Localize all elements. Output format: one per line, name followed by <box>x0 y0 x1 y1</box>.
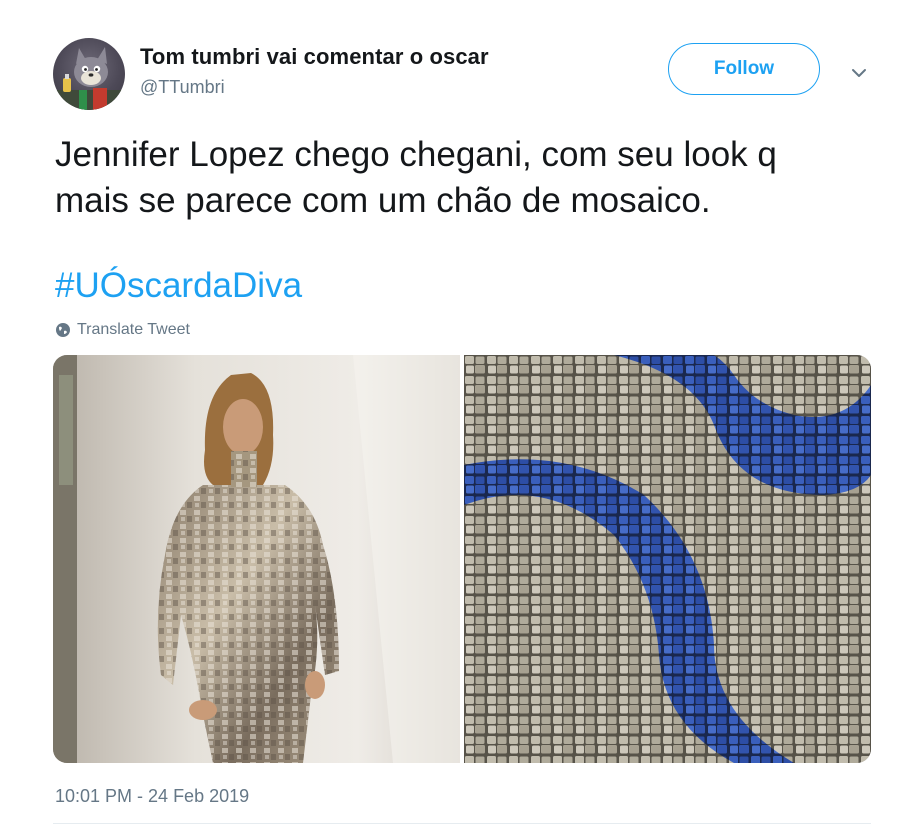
media-grid <box>53 355 871 763</box>
mosaic-floor-photo <box>464 355 871 763</box>
woman-in-mirror-dress-photo <box>53 355 460 763</box>
translate-label[interactable]: Translate Tweet <box>77 321 190 339</box>
author-name[interactable]: Tom tumbri vai comentar o oscar <box>140 44 489 70</box>
hashtag-link[interactable]: #UÓscardaDiva <box>55 266 302 306</box>
globe-icon <box>56 323 70 337</box>
cartoon-cat-avatar-icon <box>53 47 125 110</box>
tweet-timestamp[interactable]: 10:01 PM - 24 Feb 2019 <box>55 786 249 807</box>
photo-right[interactable] <box>464 355 871 763</box>
tweet-card: Tom tumbri vai comentar o oscar @TTumbri… <box>0 0 921 830</box>
tweet-text-line-2: mais se parece com um chão de mosaico. <box>55 181 711 220</box>
tweet-text: Jennifer Lopez chego chegani, com seu lo… <box>55 132 885 224</box>
chevron-down-icon <box>852 69 866 77</box>
tweet-menu-button[interactable] <box>848 62 870 84</box>
divider <box>53 823 871 824</box>
translate-tweet-link[interactable]: Translate Tweet <box>55 320 190 340</box>
follow-button[interactable]: Follow <box>668 43 820 95</box>
photo-left[interactable] <box>53 355 460 763</box>
tweet-text-line-1: Jennifer Lopez chego chegani, com seu lo… <box>55 135 777 174</box>
avatar[interactable] <box>53 38 125 110</box>
author-handle[interactable]: @TTumbri <box>140 77 225 98</box>
